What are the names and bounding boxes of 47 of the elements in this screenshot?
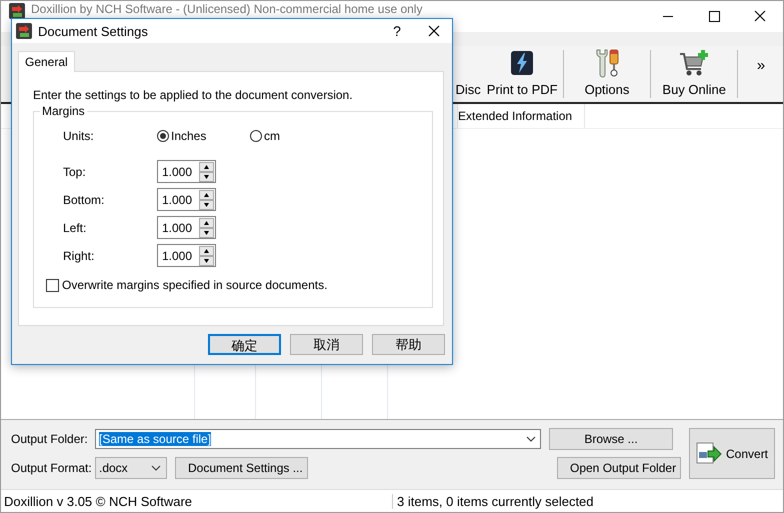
radio-label[interactable]: cm bbox=[264, 129, 280, 143]
convert-button[interactable]: Convert bbox=[689, 428, 776, 479]
output-folder-field[interactable]: [Same as source file] bbox=[95, 429, 541, 449]
browse-button[interactable]: Browse ... bbox=[549, 428, 673, 450]
toolbar-button[interactable]: Disc bbox=[456, 46, 481, 102]
format-dropdown[interactable]: .docx bbox=[95, 457, 167, 479]
chevron-down-icon[interactable] bbox=[526, 436, 536, 442]
app-icon bbox=[16, 23, 32, 39]
field-label: Bottom: bbox=[63, 192, 106, 206]
toolbar-button[interactable]: Print to PDF bbox=[480, 46, 562, 102]
number-spinner[interactable]: 1.000 bbox=[157, 188, 216, 211]
field-label: Left: bbox=[63, 220, 88, 234]
document-settings-button[interactable]: Document Settings ... bbox=[175, 457, 308, 479]
radio-button[interactable] bbox=[250, 130, 262, 142]
field-label: Output Folder: bbox=[11, 432, 87, 446]
checkbox[interactable] bbox=[46, 278, 59, 292]
cart-plus-icon bbox=[679, 49, 710, 77]
chevron-down-icon[interactable] bbox=[151, 465, 161, 471]
radio-label[interactable]: Inches bbox=[171, 129, 206, 143]
radio-button[interactable] bbox=[157, 130, 169, 142]
open-folder-button[interactable]: Open Output Folder bbox=[557, 457, 681, 479]
dialog-button[interactable]: 取消 bbox=[290, 334, 363, 355]
field-label: Top: bbox=[63, 164, 87, 178]
toolbar-button[interactable]: Options bbox=[564, 46, 650, 102]
status-text: 3 items, 0 items currently selected bbox=[396, 494, 594, 508]
number-spinner[interactable]: 1.000 bbox=[157, 244, 216, 267]
close-icon[interactable] bbox=[428, 25, 440, 37]
document-arrow-icon bbox=[696, 442, 722, 466]
dialog-button[interactable]: 确定 bbox=[208, 334, 281, 355]
status-text: Doxillion v 3.05 © NCH Software bbox=[1, 494, 393, 508]
column-header[interactable]: Extended Information bbox=[458, 104, 585, 128]
instruction-text: Enter the settings to be applied to the document conversion. bbox=[33, 88, 354, 102]
group-label: Margins bbox=[40, 104, 87, 118]
dialog-button[interactable]: 帮助 bbox=[372, 334, 445, 355]
number-spinner[interactable]: 1.000 bbox=[157, 216, 216, 239]
dialog-title: Document Settings bbox=[38, 24, 149, 38]
number-spinner[interactable]: 1.000 bbox=[157, 160, 216, 183]
more-button[interactable]: » bbox=[739, 56, 783, 75]
lightning-icon bbox=[510, 50, 534, 76]
field-label: Right: bbox=[63, 248, 96, 262]
help-button[interactable]: ? bbox=[382, 22, 412, 40]
checkbox-label[interactable]: Overwrite margins specified in source documents. bbox=[62, 278, 328, 292]
toolbar-button[interactable]: Buy Online bbox=[652, 46, 736, 102]
tab[interactable]: General bbox=[18, 51, 75, 72]
field-label: Units: bbox=[63, 129, 95, 143]
window-title: Doxillion by NCH Software - (Unlicensed) Non-commercial home use only bbox=[31, 1, 424, 16]
app-icon bbox=[9, 3, 25, 19]
